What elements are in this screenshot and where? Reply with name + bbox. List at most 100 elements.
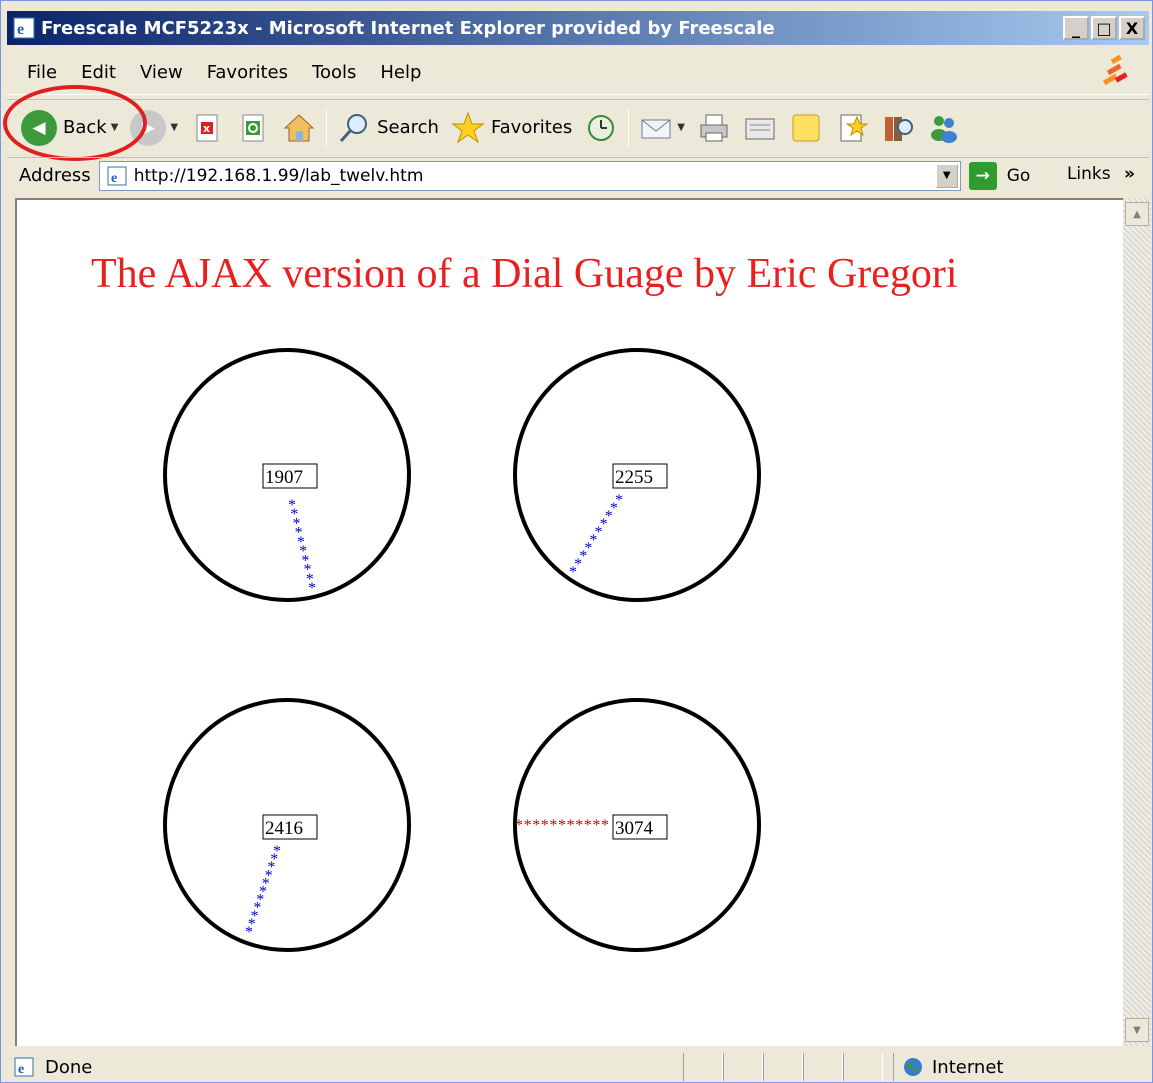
mail-dropdown-icon[interactable]: ▼	[677, 122, 685, 133]
status-text: Done	[45, 1056, 93, 1078]
history-icon	[588, 114, 615, 141]
home-icon	[283, 113, 315, 141]
zone-label: Internet	[932, 1056, 1004, 1078]
vertical-scrollbar[interactable]: ▲ ▼	[1123, 198, 1151, 1046]
edit-button[interactable]	[737, 106, 783, 150]
gauge-needle-mark: *	[592, 817, 600, 834]
scroll-down-icon[interactable]: ▼	[1125, 1018, 1149, 1042]
gauge-value: 2255	[615, 467, 653, 488]
page-done-icon: e	[14, 1057, 34, 1077]
maximize-button[interactable]: □	[1091, 16, 1117, 40]
dial-gauge: **********2255	[513, 348, 761, 602]
refresh-icon	[242, 114, 264, 141]
gauge-needle-mark: *	[601, 817, 609, 834]
back-button-highlight	[3, 85, 147, 161]
minimize-button[interactable]: _	[1063, 16, 1089, 40]
gauge-needle-mark: *	[541, 817, 549, 834]
gauge-needle-mark: *	[515, 817, 523, 834]
print-button[interactable]	[691, 106, 737, 150]
gauge-needle-mark: *	[532, 817, 540, 834]
menu-help[interactable]: Help	[368, 62, 433, 83]
go-label: Go	[1006, 165, 1031, 186]
status-panes	[683, 1053, 883, 1081]
search-button[interactable]: Search	[331, 106, 445, 150]
dial-gauge: ***********2416	[163, 698, 411, 952]
mail-icon	[641, 119, 671, 138]
gauge-value: 3074	[615, 818, 654, 839]
address-bar: Address e http://192.168.1.99/lab_twelv.…	[7, 157, 1149, 193]
gauge-value: 2416	[265, 818, 303, 839]
gauge-needle-mark: *	[584, 817, 592, 834]
svg-text:e: e	[18, 1062, 24, 1077]
menu-bar: File Edit View Favorites Tools Help	[7, 51, 1149, 95]
favorites-button[interactable]: Favorites	[445, 106, 578, 150]
globe-icon	[904, 1058, 922, 1076]
toolbar-separator	[326, 108, 328, 147]
mail-button[interactable]: ▼	[633, 106, 691, 150]
messenger-button[interactable]	[921, 106, 967, 150]
history-button[interactable]	[578, 106, 624, 150]
gauge-needle-mark: *	[569, 564, 577, 581]
gauge-needle-mark: *	[558, 817, 566, 834]
ie-icon: e	[13, 17, 35, 39]
address-label: Address	[19, 165, 91, 186]
links-chevron-icon: »	[1124, 164, 1135, 184]
refresh-button[interactable]	[230, 106, 276, 150]
address-field[interactable]: e http://192.168.1.99/lab_twelv.htm ▼	[98, 160, 961, 191]
svg-text:x: x	[203, 122, 210, 135]
gauge-value: 1907	[265, 467, 303, 488]
dial-gauges: **********1907**********2255***********2…	[163, 348, 761, 952]
menu-favorites[interactable]: Favorites	[195, 62, 300, 83]
favorites-label: Favorites	[490, 117, 573, 138]
go-arrow-icon: →	[968, 161, 997, 190]
dial-gauge: *********** 3074	[513, 698, 761, 952]
go-button[interactable]: → Go	[968, 161, 1031, 190]
favorites-icon	[451, 111, 485, 143]
forward-dropdown-icon[interactable]: ▼	[170, 122, 178, 133]
browser-window: e Freescale MCF5223x - Microsoft Interne…	[0, 0, 1153, 1083]
dial-gauge: **********1907	[163, 348, 411, 602]
status-pane	[803, 1053, 843, 1081]
search-icon	[339, 113, 368, 142]
search-label: Search	[377, 117, 439, 138]
address-url[interactable]: http://192.168.1.99/lab_twelv.htm	[134, 166, 424, 186]
stop-icon: x	[196, 114, 218, 141]
stop-button[interactable]: x	[184, 106, 230, 150]
reference-button[interactable]	[875, 106, 921, 150]
discuss-button[interactable]	[783, 106, 829, 150]
menu-edit[interactable]: Edit	[69, 62, 128, 83]
page-content: The AJAX version of a Dial Guage by Eric…	[15, 198, 1123, 1046]
toolbar-separator	[628, 108, 630, 147]
gauge-needle-mark: *	[549, 817, 557, 834]
research-icon	[884, 116, 913, 141]
gauge-needle-mark: *	[308, 580, 316, 597]
research-icon	[840, 114, 869, 141]
home-button[interactable]	[276, 106, 322, 150]
research-button[interactable]	[829, 106, 875, 150]
menu-file[interactable]: File	[7, 62, 69, 83]
gauge-needle-mark: *	[575, 817, 583, 834]
links-button[interactable]: Links »	[1067, 164, 1135, 184]
edit-icon	[745, 118, 775, 139]
title-bar: e Freescale MCF5223x - Microsoft Interne…	[7, 11, 1149, 45]
security-zone: Internet	[893, 1053, 1143, 1081]
menu-tools[interactable]: Tools	[300, 62, 368, 83]
address-dropdown-icon[interactable]: ▼	[935, 163, 958, 188]
window-controls: _ □ X	[1063, 16, 1145, 40]
svg-text:e: e	[17, 21, 24, 38]
links-label: Links	[1066, 164, 1111, 184]
page-icon: e	[107, 166, 127, 186]
standard-toolbar: ◀ Back ▼ ▶ ▼ x Search Favorites ▼	[7, 99, 1149, 155]
close-button[interactable]: X	[1119, 16, 1145, 40]
status-pane	[843, 1053, 883, 1081]
menu-view[interactable]: View	[128, 62, 195, 83]
scroll-up-icon[interactable]: ▲	[1125, 202, 1149, 226]
messenger-icon	[930, 115, 957, 143]
note-icon	[792, 114, 820, 141]
freescale-logo-icon	[1102, 55, 1128, 86]
gauge-needle-mark: *	[567, 817, 575, 834]
status-pane	[723, 1053, 763, 1081]
gauge-needle-mark: *	[245, 924, 253, 941]
status-bar: e Done Internet	[7, 1051, 1149, 1083]
status-pane	[683, 1053, 723, 1081]
